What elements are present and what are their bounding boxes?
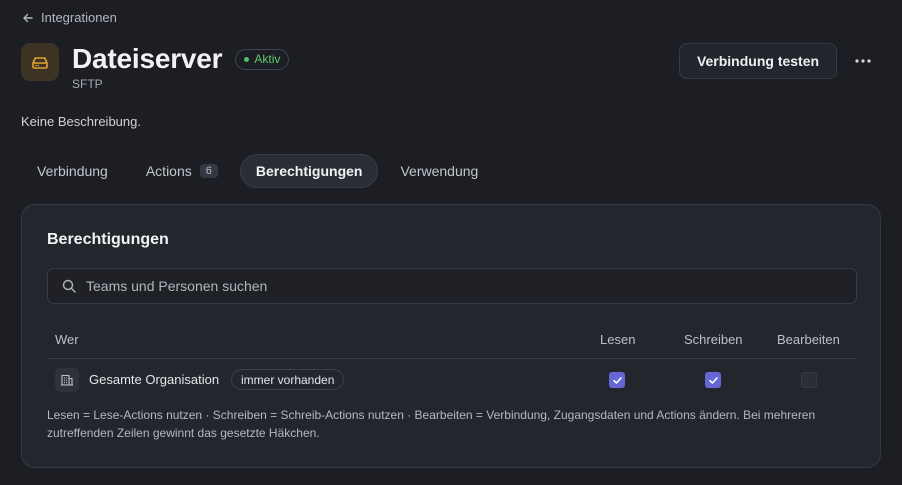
building-icon [61, 374, 73, 386]
permissions-note: Lesen = Lese-Actions nutzen · Schreiben … [47, 408, 816, 440]
column-header-write: Schreiben [684, 332, 743, 347]
permissions-card: Berechtigungen Wer Lesen Schreiben Bearb… [21, 204, 881, 468]
hard-drive-icon [32, 57, 48, 69]
search-icon [62, 279, 76, 293]
write-checkbox[interactable] [705, 372, 721, 388]
check-icon [708, 376, 718, 384]
search-input[interactable] [86, 278, 856, 294]
back-link-label: Integrationen [41, 10, 117, 25]
tab-actions[interactable]: Actions 6 [130, 154, 234, 188]
integration-description: Keine Beschreibung. [21, 114, 141, 129]
back-link[interactable]: Integrationen [22, 10, 117, 25]
tab-verbindung[interactable]: Verbindung [21, 154, 124, 188]
tab-label: Berechtigungen [255, 163, 363, 179]
status-badge-label: Aktiv [254, 52, 281, 66]
tab-count-badge: 6 [199, 164, 218, 178]
tab-bar: Verbindung Actions 6 Berechtigungen Verwe… [21, 154, 494, 188]
tab-berechtigungen[interactable]: Berechtigungen [239, 154, 379, 188]
search-box [47, 268, 857, 304]
table-header: Wer Lesen Schreiben Bearbeiten [47, 331, 857, 359]
app-icon [21, 43, 59, 81]
org-icon [55, 368, 79, 392]
always-present-badge: immer vorhanden [231, 369, 345, 390]
tab-label: Actions [145, 163, 192, 179]
page-header: Dateiserver Aktiv SFTP [21, 43, 290, 91]
check-icon [612, 376, 622, 384]
column-header-edit: Bearbeiten [777, 332, 840, 347]
status-dot-icon [244, 56, 250, 62]
integration-detail-page: Integrationen Dateiserver Aktiv SFTP Ver… [0, 0, 902, 485]
arrow-left-icon [23, 13, 33, 22]
table-row: Gesamte Organisation immer vorhanden [47, 365, 857, 395]
tab-label: Verbindung [37, 163, 108, 179]
ellipsis-icon [855, 59, 871, 63]
column-header-who: Wer [55, 332, 79, 347]
page-title: Dateiserver [72, 43, 223, 74]
row-name: Gesamte Organisation [89, 372, 220, 387]
edit-checkbox[interactable] [801, 372, 817, 388]
more-options-button[interactable] [850, 48, 876, 74]
page-subtitle: SFTP [72, 77, 103, 91]
permissions-title: Berechtigungen [47, 231, 169, 248]
tab-label: Verwendung [400, 163, 479, 179]
read-checkbox[interactable] [609, 372, 625, 388]
column-header-read: Lesen [600, 332, 636, 347]
tab-verwendung[interactable]: Verwendung [384, 154, 494, 188]
test-connection-button[interactable]: Verbindung testen [679, 43, 837, 79]
status-badge: Aktiv [235, 48, 290, 70]
